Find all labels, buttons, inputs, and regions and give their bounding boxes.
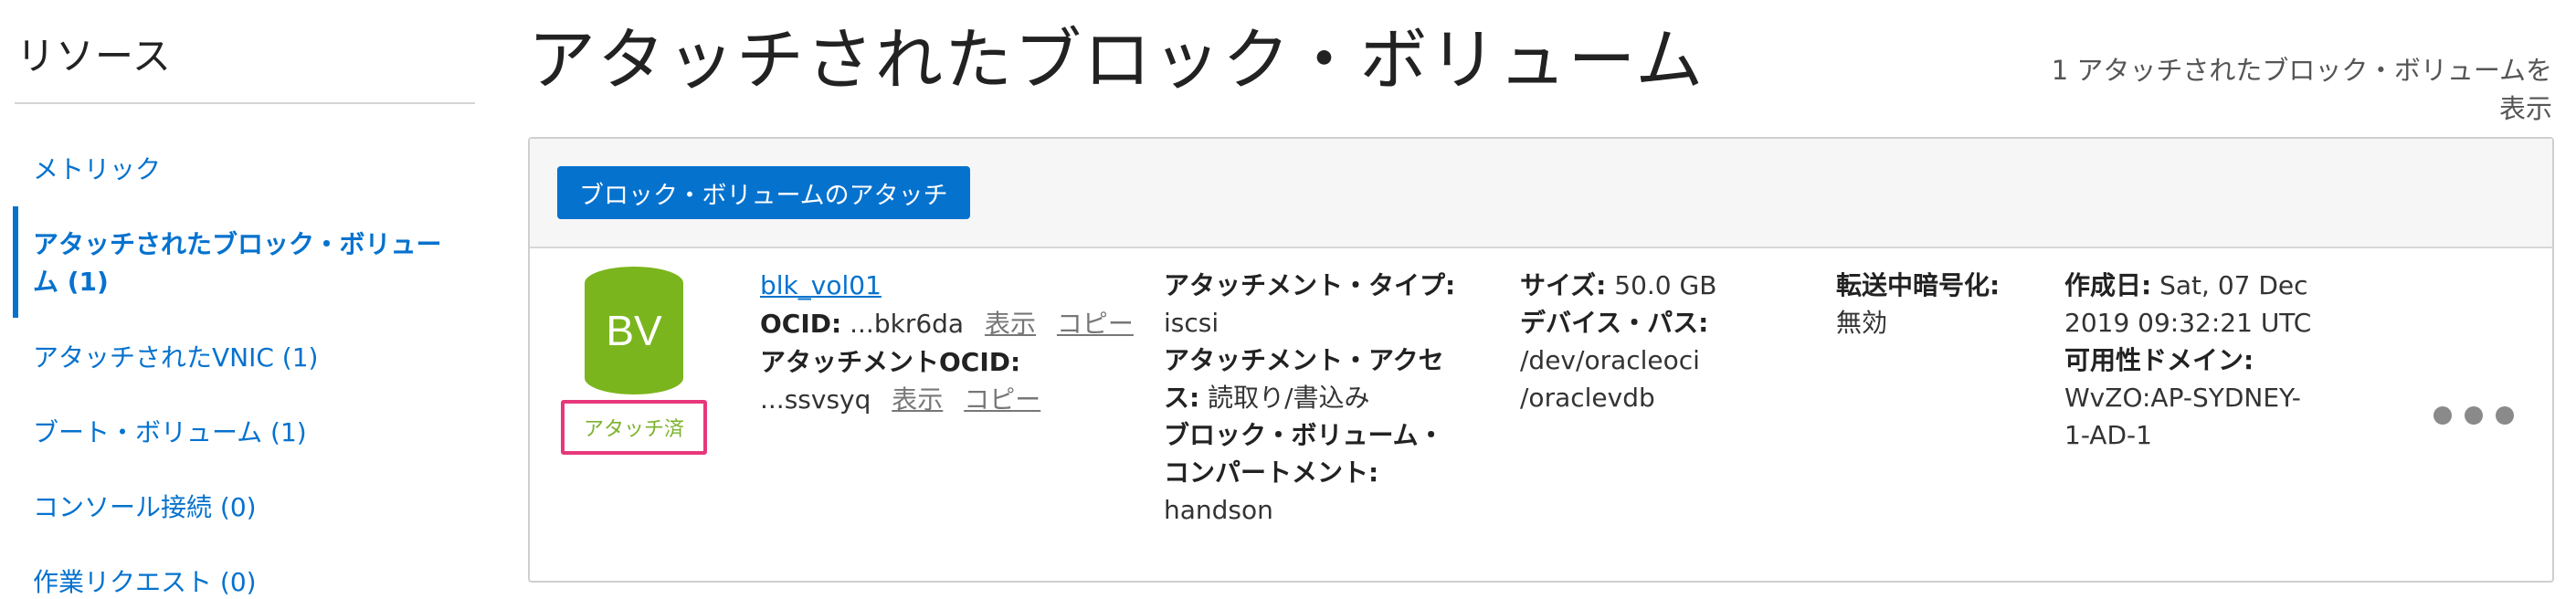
attachment-access-label: アタッチメント・アクセ bbox=[1164, 345, 1444, 375]
sidebar-divider bbox=[15, 102, 475, 104]
attachment-ocid-value: ...ssvsyq bbox=[760, 384, 871, 415]
size-label: サイズ: bbox=[1520, 270, 1607, 300]
availability-domain-value-1: WvZO:AP-SYDNEY- bbox=[2064, 383, 2301, 413]
attachment-ocid-line: ...ssvsyq 表示 コピー bbox=[760, 381, 1040, 418]
attachment-access-label-cont: ス: bbox=[1164, 383, 1200, 413]
created-value-cont: 2019 09:32:21 UTC bbox=[2064, 308, 2312, 338]
attach-block-volume-button[interactable]: ブロック・ボリュームのアタッチ bbox=[557, 166, 970, 219]
ocid-show-link[interactable]: 表示 bbox=[985, 309, 1036, 339]
sidebar-item-attached-block-volumes[interactable]: アタッチされたブロック・ボリューム (1) bbox=[33, 226, 462, 300]
device-path-value-1: /dev/oracleoci bbox=[1520, 345, 1700, 375]
device-path-value-2: /oraclevdb bbox=[1520, 383, 1655, 413]
sidebar-item-console-connections[interactable]: コンソール接続 (0) bbox=[33, 488, 257, 524]
attachment-ocid-copy-link[interactable]: コピー bbox=[964, 384, 1040, 415]
availability-domain-label: 可用性ドメイン: bbox=[2064, 345, 2254, 375]
ocid-copy-link[interactable]: コピー bbox=[1057, 309, 1134, 339]
volume-name-link[interactable]: blk_vol01 bbox=[760, 270, 882, 300]
attachment-ocid-label: アタッチメントOCID: bbox=[760, 347, 1021, 377]
status-badge: アタッチ済 bbox=[561, 400, 707, 455]
volume-icon-label: BV bbox=[606, 307, 662, 354]
panel-toolbar: ブロック・ボリュームのアタッチ bbox=[530, 139, 2552, 248]
sidebar-item-attached-vnics[interactable]: アタッチされたVNIC (1) bbox=[33, 338, 318, 374]
size-value: 50.0 GB bbox=[1614, 270, 1717, 300]
created-value: Sat, 07 Dec bbox=[2159, 270, 2308, 300]
compartment-label-cont: コンパートメント: bbox=[1164, 457, 1379, 488]
attachment-ocid-show-link[interactable]: 表示 bbox=[892, 384, 943, 415]
ocid-label: OCID: bbox=[760, 309, 842, 339]
status-text: アタッチ済 bbox=[583, 418, 684, 441]
attachment-type-label: アタッチメント・タイプ: bbox=[1164, 270, 1456, 300]
volume-row: BV アタッチ済 blk_vol01 OCID: ...bkr6da 表示 コピ… bbox=[530, 248, 2552, 579]
block-volumes-panel: ブロック・ボリュームのアタッチ BV アタッチ済 blk_vol01 OCID:… bbox=[528, 137, 2554, 583]
ocid-line: OCID: ...bkr6da 表示 コピー bbox=[760, 305, 1134, 342]
attachment-type-value: iscsi bbox=[1164, 308, 1219, 338]
created-label: 作成日: bbox=[2064, 270, 2152, 300]
sidebar-item-boot-volume[interactable]: ブート・ボリューム (1) bbox=[33, 413, 307, 449]
resources-heading: リソース bbox=[16, 34, 172, 79]
encryption-value: 無効 bbox=[1836, 308, 1888, 338]
availability-domain-value-2: 1-AD-1 bbox=[2064, 420, 2152, 450]
more-actions-icon[interactable] bbox=[2430, 402, 2518, 429]
resources-sidebar: リソース メトリック アタッチされたブロック・ボリューム (1) アタッチされた… bbox=[0, 0, 493, 599]
ocid-value: ...bkr6da bbox=[850, 309, 965, 339]
attachment-access-value: 読取り/書込み bbox=[1208, 383, 1370, 413]
item-count-text: 1 アタッチされたブロック・ボリュームを表示 bbox=[2051, 55, 2552, 124]
encryption-label: 転送中暗号化: bbox=[1836, 270, 2001, 300]
block-volume-cylinder-icon: BV bbox=[585, 267, 683, 394]
device-path-label: デバイス・パス: bbox=[1520, 308, 1709, 338]
page-title: アタッチされたブロック・ボリューム bbox=[528, 21, 1705, 100]
sidebar-item-metrics[interactable]: メトリック bbox=[33, 150, 161, 186]
compartment-value: handson bbox=[1164, 495, 1273, 525]
sidebar-item-work-requests[interactable]: 作業リクエスト (0) bbox=[33, 562, 257, 599]
compartment-label: ブロック・ボリューム・ bbox=[1164, 420, 1444, 450]
active-indicator bbox=[13, 206, 18, 318]
